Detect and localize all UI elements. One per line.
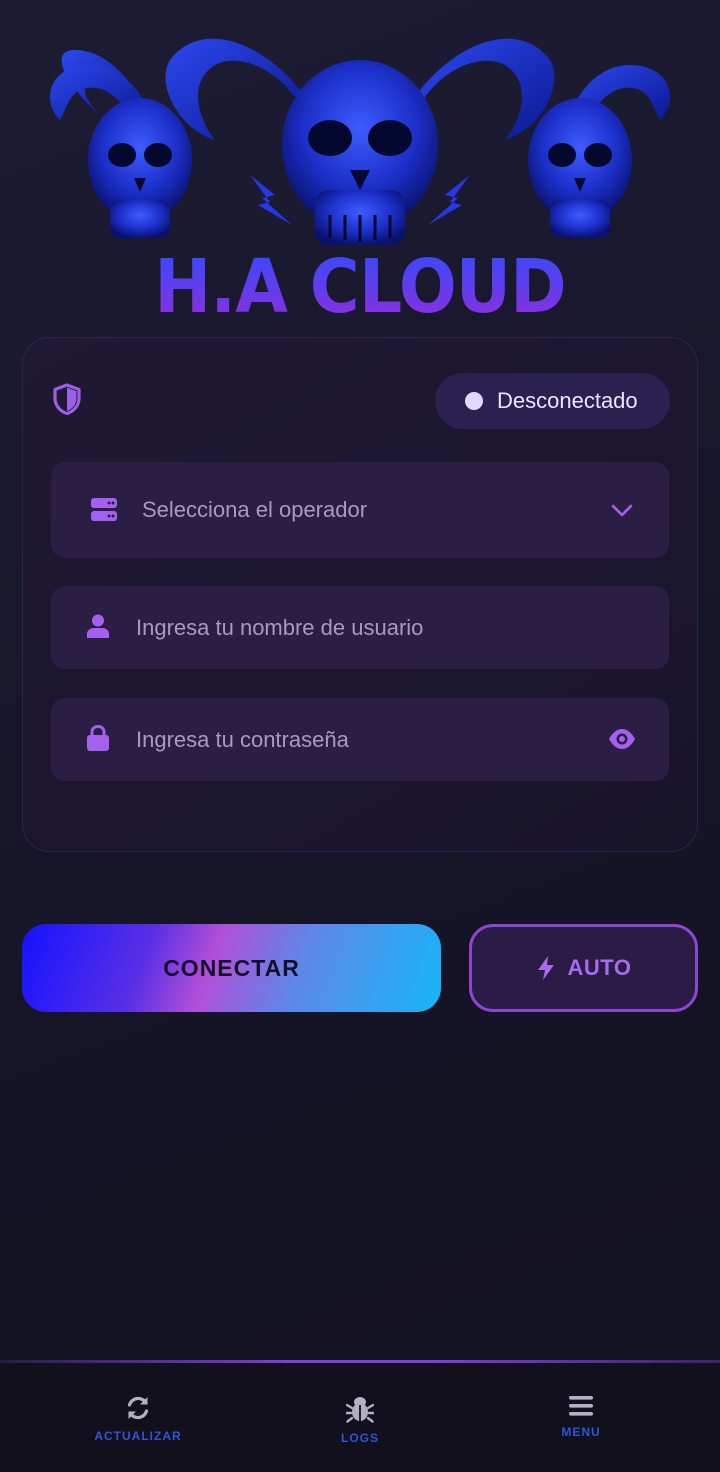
connect-label: CONECTAR <box>163 954 300 981</box>
password-placeholder: Ingresa tu contraseña <box>136 726 349 752</box>
lock-icon <box>87 725 109 751</box>
connection-status-badge: Desconectado <box>435 373 670 429</box>
skulls-emblem <box>50 38 670 245</box>
operator-select[interactable]: Selecciona el operador <box>51 462 669 558</box>
login-card: Desconectado Selecciona el operador Ingr… <box>22 337 698 852</box>
status-dot <box>465 392 483 410</box>
nav-label-logs: LOGS <box>340 1431 379 1445</box>
menu-icon <box>569 1396 593 1416</box>
connect-button[interactable]: CONECTAR <box>22 924 441 1012</box>
username-placeholder: Ingresa tu nombre de usuario <box>136 614 424 640</box>
app-logo: H.A CLOUD <box>30 10 690 330</box>
operator-placeholder: Selecciona el operador <box>142 497 368 522</box>
eye-icon[interactable] <box>608 728 636 750</box>
nav-label-menu: MENU <box>561 1425 601 1439</box>
password-field[interactable]: Ingresa tu contraseña <box>51 698 669 781</box>
brand-title: H.A CLOUD <box>56 242 663 332</box>
nav-label-actualizar: ACTUALIZAR <box>94 1429 182 1443</box>
bug-icon <box>346 1397 374 1423</box>
bolt-icon <box>537 956 554 980</box>
status-text: Desconectado <box>497 388 638 413</box>
auto-button[interactable]: AUTO <box>469 924 698 1012</box>
nav-item-actualizar[interactable]: ACTUALIZAR <box>58 1395 218 1443</box>
chevron-down-icon[interactable] <box>611 504 633 518</box>
nav-item-menu[interactable]: MENU <box>501 1395 661 1439</box>
username-field[interactable]: Ingresa tu nombre de usuario <box>51 586 669 669</box>
shield-icon <box>53 383 81 415</box>
refresh-icon <box>127 1396 149 1420</box>
server-icon <box>91 498 117 521</box>
auto-label: AUTO <box>567 955 632 980</box>
nav-item-logs[interactable]: LOGS <box>280 1395 440 1445</box>
user-icon <box>87 614 109 638</box>
bottom-nav: ACTUALIZAR LOGS MENU <box>0 1363 720 1472</box>
